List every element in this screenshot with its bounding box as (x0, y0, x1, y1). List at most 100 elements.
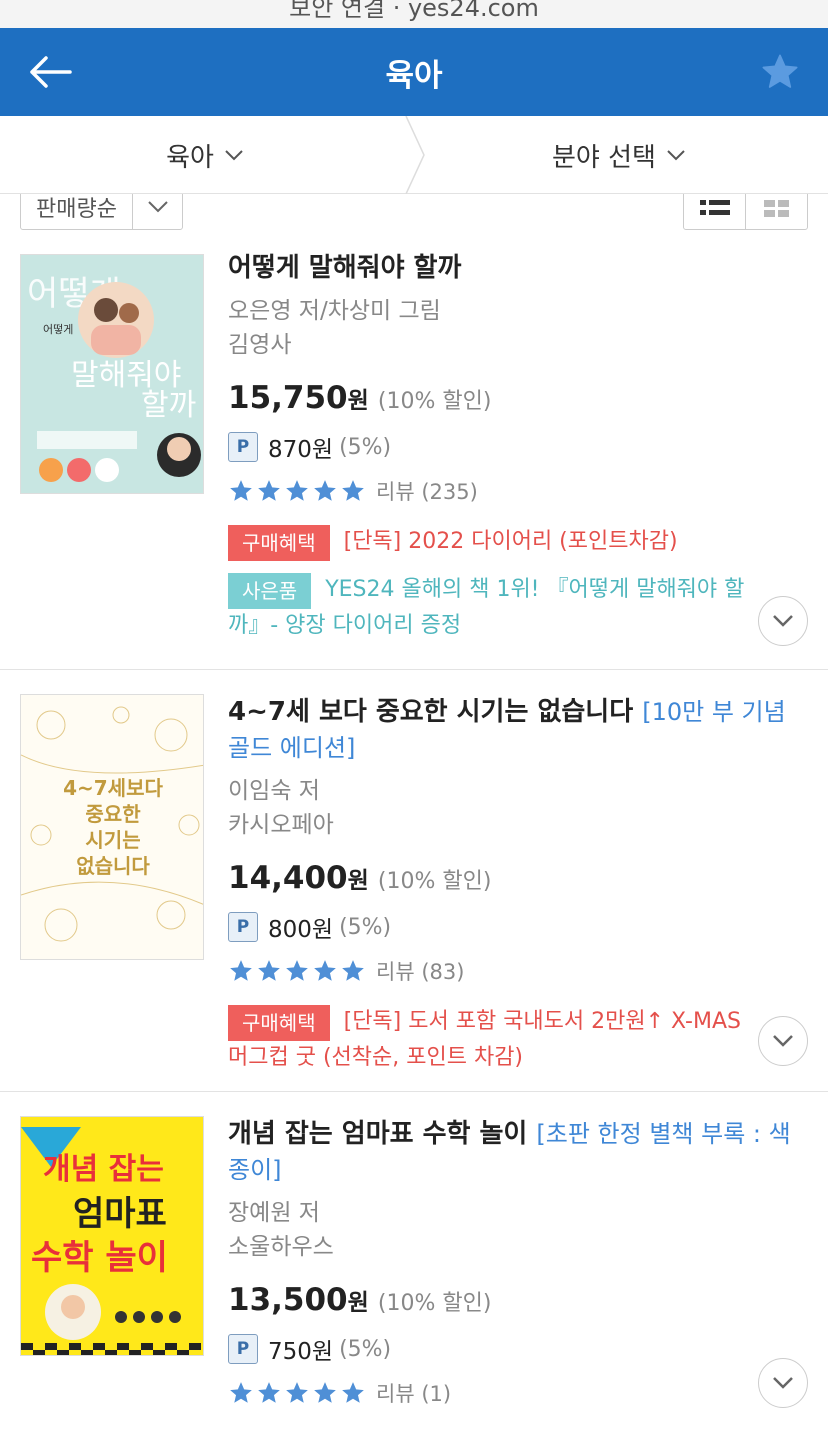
sort-toolbar: 판매량순 (0, 194, 828, 230)
favorite-button[interactable] (760, 52, 800, 92)
chevron-down-icon (773, 615, 793, 627)
expand-button[interactable] (758, 1016, 808, 1066)
price-unit: 원 (347, 868, 369, 894)
benefit-tag: 구매혜택 (228, 1005, 330, 1041)
book-author[interactable]: 장예원 저 (228, 1196, 808, 1230)
price-value: 14,400 (228, 860, 348, 896)
benefit-tag: 구매혜택 (228, 525, 330, 561)
star-icon (286, 1382, 308, 1403)
field-select-label: 분야 선택 (552, 142, 656, 173)
cover-title-line: 없습니다 (76, 854, 150, 878)
star-icon (230, 960, 252, 981)
book-list-item[interactable]: 개념 잡는 엄마표 수학 놀이 개념 잡는 엄마표 수학 놀이 [초판 한정 별… (0, 1092, 828, 1448)
gift-tag: 사은품 (228, 573, 312, 609)
price-unit: 원 (347, 1290, 369, 1316)
rating-stars (228, 478, 366, 504)
book-author[interactable]: 오은영 저/차상미 그림 (228, 294, 808, 328)
list-view-button[interactable] (684, 194, 745, 229)
chevron-down-icon (773, 1035, 793, 1047)
point-badge-icon: P (228, 432, 258, 462)
review-count: 리뷰 (83) (376, 960, 465, 984)
star-icon (230, 1382, 252, 1403)
review-count: 리뷰 (1) (376, 1382, 452, 1406)
point-rate: (5%) (339, 434, 392, 460)
book-list-item[interactable]: 어떻게 어떻게 말해줘야 할까 어떻게 말해줘야 할까 오은영 저/차상미 그림… (0, 230, 828, 670)
cover-title-line: 중요한 (85, 802, 141, 826)
star-icon (342, 480, 364, 501)
grid-view-button[interactable] (745, 194, 807, 229)
chevron-down-icon (147, 201, 168, 213)
book-rating[interactable]: 리뷰 (1) (228, 1371, 808, 1415)
star-icon (286, 960, 308, 981)
cover-title-line: 시기는 (85, 828, 140, 852)
book-point: P 870원 (5%) (228, 427, 808, 467)
cover-title-line: 할까 (141, 388, 196, 423)
book-author[interactable]: 이임숙 저 (228, 774, 808, 808)
purchase-benefit[interactable]: 구매혜택 [단독] 2022 다이어리 (포인트차감) (228, 525, 808, 561)
star-icon (342, 1382, 364, 1403)
rating-stars (228, 958, 366, 984)
book-publisher[interactable]: 소울하우스 (228, 1230, 808, 1264)
discount-rate: (10% 할인) (377, 1291, 492, 1316)
star-icon (314, 480, 336, 501)
cover-small-title: 어떻게 (43, 323, 73, 336)
star-icon (258, 960, 280, 981)
book-point: P 750원 (5%) (228, 1329, 808, 1369)
book-info: 어떻게 말해줘야 할까 오은영 저/차상미 그림 김영사 15,750원 (10… (228, 250, 808, 643)
url-text: 보안 연결 · yes24.com (289, 0, 539, 22)
book-title[interactable]: 4~7세 보다 중요한 시기는 없습니다 [10만 부 기념 골드 에디션] (228, 694, 808, 766)
star-icon (258, 1382, 280, 1403)
discount-rate: (10% 할인) (377, 869, 492, 894)
review-count: 리뷰 (235) (376, 480, 478, 504)
expand-button[interactable] (758, 596, 808, 646)
price-unit: 원 (347, 388, 369, 414)
chevron-down-icon (773, 1377, 793, 1389)
list-icon (699, 200, 730, 215)
grid-icon (763, 200, 789, 217)
app-header: 육아 (0, 28, 828, 116)
purchase-benefit[interactable]: 구매혜택 [단독] 도서 포함 국내도서 2만원↑ X-MAS 머그컵 굿 (선착… (228, 1005, 748, 1075)
book-cover-image[interactable]: 개념 잡는 엄마표 수학 놀이 (20, 1116, 204, 1356)
book-list-item[interactable]: 4~7세보다 중요한 시기는 없습니다 4~7세 보다 중요한 시기는 없습니다… (0, 670, 828, 1092)
point-rate: (5%) (339, 1336, 392, 1362)
book-cover-art: 4~7세보다 중요한 시기는 없습니다 (21, 695, 203, 959)
cover-title-line: 개념 잡는 (43, 1152, 164, 1187)
book-cover-art: 어떻게 어떻게 말해줘야 할까 (21, 255, 203, 493)
point-value: 750원 (268, 1339, 334, 1365)
book-title-text: 4~7세 보다 중요한 시기는 없습니다 (228, 697, 634, 727)
point-value: 870원 (268, 437, 334, 463)
book-rating[interactable]: 리뷰 (83) (228, 949, 808, 993)
page-title: 육아 (385, 58, 443, 94)
field-select-dropdown[interactable]: 분야 선택 (410, 116, 828, 194)
browser-url-bar[interactable]: 보안 연결 · yes24.com (0, 0, 828, 28)
book-title-text: 개념 잡는 엄마표 수학 놀이 (228, 1119, 528, 1149)
book-info: 4~7세 보다 중요한 시기는 없습니다 [10만 부 기념 골드 에디션] 이… (228, 694, 808, 1075)
star-icon (762, 54, 798, 88)
chevron-down-icon (225, 150, 243, 161)
view-toggle (683, 194, 808, 230)
book-title[interactable]: 어떻게 말해줘야 할까 (228, 250, 808, 286)
point-badge-icon: P (228, 1334, 258, 1364)
star-icon (230, 480, 252, 501)
book-price: 13,500원 (10% 할인) (228, 1280, 808, 1325)
book-price: 15,750원 (10% 할인) (228, 378, 808, 423)
book-cover-image[interactable]: 어떻게 어떻게 말해줘야 할까 (20, 254, 204, 494)
book-rating[interactable]: 리뷰 (235) (228, 469, 808, 513)
book-cover-image[interactable]: 4~7세보다 중요한 시기는 없습니다 (20, 694, 204, 960)
chevron-down-icon (667, 150, 685, 161)
star-icon (314, 1382, 336, 1403)
star-icon (314, 960, 336, 981)
cover-title-line: 엄마표 (73, 1194, 167, 1234)
book-price: 14,400원 (10% 할인) (228, 858, 808, 903)
book-publisher[interactable]: 김영사 (228, 328, 808, 362)
gift-info[interactable]: 사은품 YES24 올해의 책 1위! 『어떻게 말해줘야 할까』- 양장 다이어… (228, 573, 748, 643)
expand-button[interactable] (758, 1358, 808, 1408)
category-current-select[interactable]: 육아 (0, 116, 410, 194)
book-publisher[interactable]: 카시오페아 (228, 808, 808, 842)
point-rate: (5%) (339, 914, 392, 940)
sort-select[interactable]: 판매량순 (20, 194, 183, 230)
price-value: 13,500 (228, 1282, 348, 1318)
category-current-label: 육아 (166, 142, 214, 173)
book-point: P 800원 (5%) (228, 907, 808, 947)
book-title[interactable]: 개념 잡는 엄마표 수학 놀이 [초판 한정 별책 부록 : 색종이] (228, 1116, 808, 1188)
